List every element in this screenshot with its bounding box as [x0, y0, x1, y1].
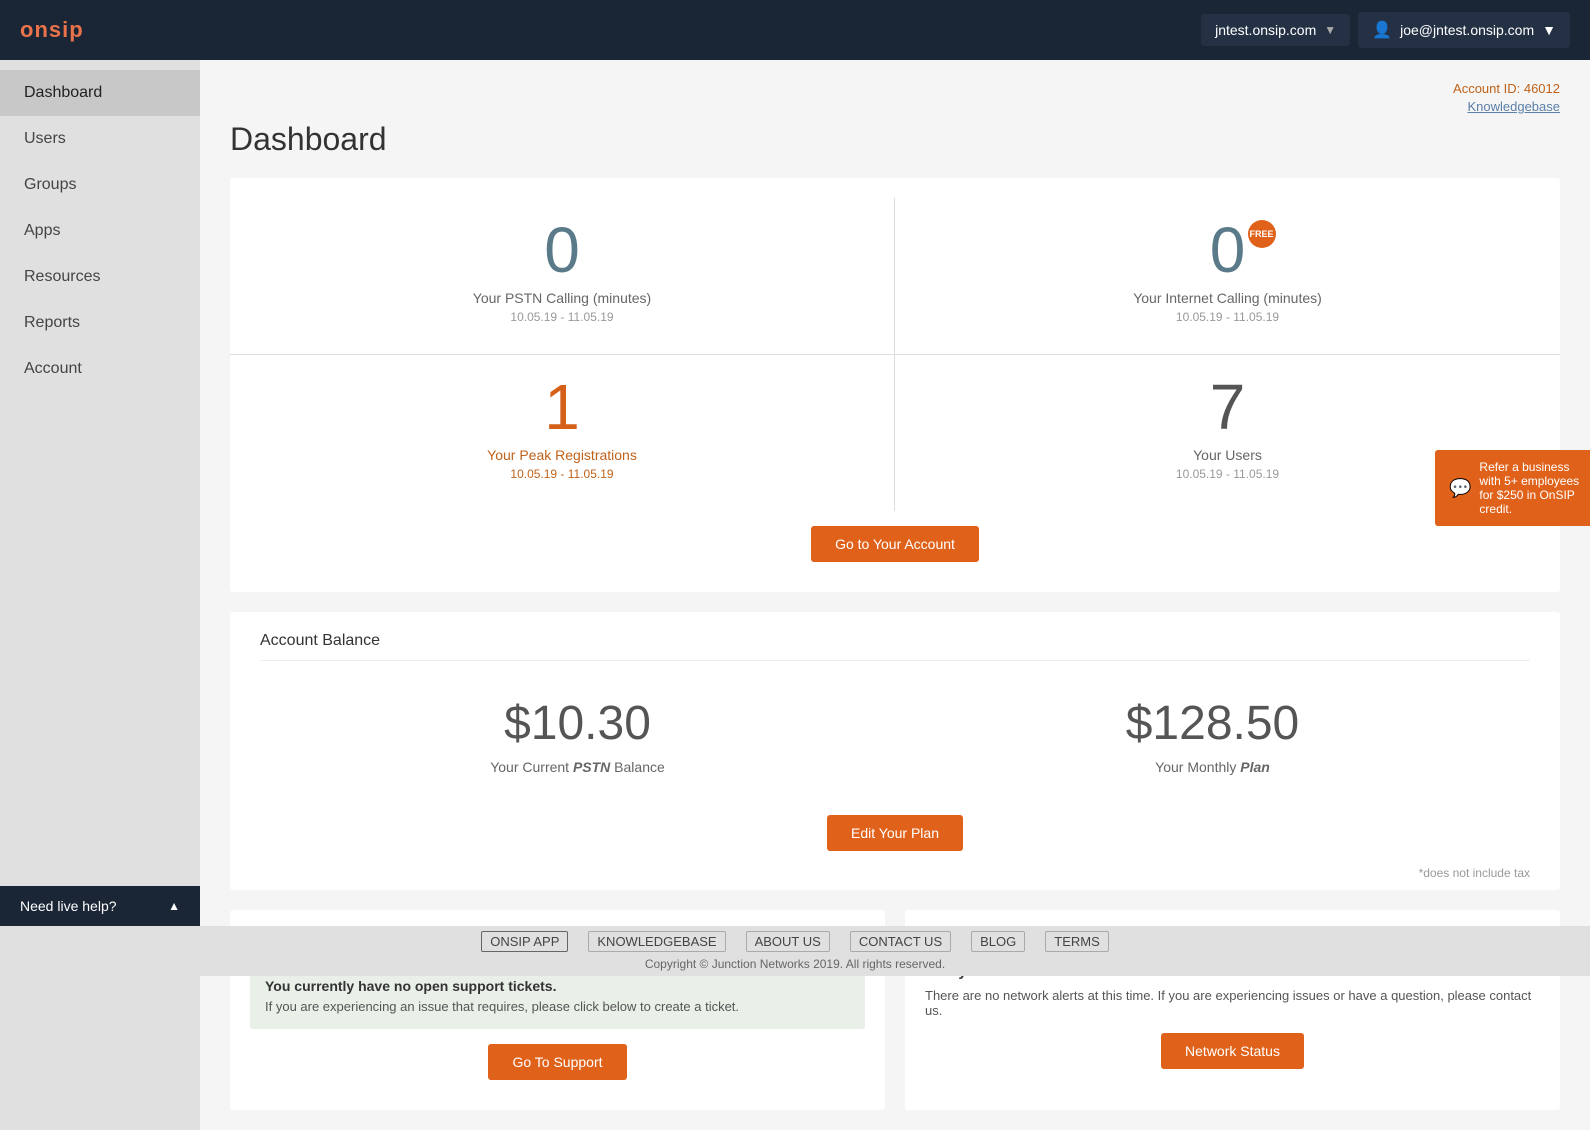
account-balance-card: Account Balance $10.30 Your Current PSTN… [230, 612, 1560, 890]
network-status-button[interactable]: Network Status [1161, 1033, 1304, 1069]
plan-bold: Plan [1240, 759, 1270, 775]
tax-note: *does not include tax [260, 866, 1530, 880]
header-controls: jntest.onsip.com ▼ 👤 joe@jntest.onsip.co… [1201, 12, 1570, 48]
monthly-prefix: Your Monthly [1155, 759, 1240, 775]
free-badge: FREE [1248, 220, 1276, 248]
pstn-balance-prefix: Your Current [490, 759, 573, 775]
monthly-plan-label: Your Monthly Plan [915, 759, 1510, 775]
edit-plan-button[interactable]: Edit Your Plan [827, 815, 963, 851]
ticket-notice-desc: If you are experiencing an issue that re… [265, 999, 850, 1014]
network-status-desc: There are no network alerts at this time… [925, 988, 1540, 1018]
page-title: Dashboard [230, 121, 1560, 158]
pstn-balance-amount: $10.30 [280, 696, 875, 751]
internet-calling-cell: 0 FREE Your Internet Calling (minutes) 1… [895, 198, 1560, 355]
sidebar-item-account[interactable]: Account [0, 346, 200, 392]
stats-grid: 0 Your PSTN Calling (minutes) 10.05.19 -… [230, 198, 1560, 511]
footer-link-terms[interactable]: TERMS [1045, 931, 1109, 952]
footer-link-about-us[interactable]: ABOUT US [746, 931, 830, 952]
live-help-chevron: ▲ [168, 899, 180, 913]
monthly-plan-amount: $128.50 [915, 696, 1510, 751]
account-selector-label: jntest.onsip.com [1215, 22, 1316, 38]
knowledgebase-link[interactable]: Knowledgebase [1467, 99, 1560, 114]
sidebar-item-groups[interactable]: Groups [0, 162, 200, 208]
footer-link-onsip-app[interactable]: ONSIP APP [481, 931, 568, 952]
internet-calling-value: 0 [915, 218, 1540, 282]
live-help-label: Need live help? [20, 898, 117, 914]
footer-copyright: Copyright © Junction Networks 2019. All … [645, 957, 945, 971]
peak-reg-cell: 1 Your Peak Registrations 10.05.19 - 11.… [230, 355, 895, 511]
referral-icon: 💬 [1449, 478, 1471, 499]
peak-reg-value: 1 [250, 375, 874, 439]
account-balance-title: Account Balance [260, 632, 1530, 661]
logo-text: onsip [20, 17, 84, 42]
live-help-bar[interactable]: Need live help? ▲ [0, 886, 200, 926]
account-id: Account ID: 46012 [1453, 81, 1560, 96]
referral-banner[interactable]: 💬 Refer a business with 5+ employees for… [1435, 450, 1590, 526]
pstn-calling-date: 10.05.19 - 11.05.19 [250, 310, 874, 324]
sidebar-item-reports[interactable]: Reports [0, 300, 200, 346]
account-selector-dropdown[interactable]: jntest.onsip.com ▼ [1201, 14, 1350, 46]
user-menu-dropdown[interactable]: 👤 joe@jntest.onsip.com ▼ [1358, 12, 1570, 48]
sidebar-item-apps[interactable]: Apps [0, 208, 200, 254]
monthly-plan-cell: $128.50 Your Monthly Plan [895, 676, 1530, 795]
user-email-label: joe@jntest.onsip.com [1400, 22, 1534, 38]
footer-link-blog[interactable]: BLOG [971, 931, 1025, 952]
balance-grid: $10.30 Your Current PSTN Balance $128.50… [260, 676, 1530, 795]
pstn-suffix: Balance [610, 759, 664, 775]
header: onsip jntest.onsip.com ▼ 👤 joe@jntest.on… [0, 0, 1590, 60]
account-selector-chevron: ▼ [1324, 23, 1336, 37]
stats-card: 0 Your PSTN Calling (minutes) 10.05.19 -… [230, 178, 1560, 592]
pstn-calling-cell: 0 Your PSTN Calling (minutes) 10.05.19 -… [230, 198, 895, 355]
footer: ONSIP APP KNOWLEDGEBASE ABOUT US CONTACT… [0, 926, 1590, 976]
user-menu-chevron: ▼ [1542, 22, 1556, 38]
sidebar-item-users[interactable]: Users [0, 116, 200, 162]
logo: onsip [20, 17, 84, 43]
goto-account-button[interactable]: Go to Your Account [811, 526, 979, 562]
go-support-button[interactable]: Go To Support [488, 1044, 626, 1080]
pstn-calling-label: Your PSTN Calling (minutes) [250, 290, 874, 306]
pstn-balance-label: Your Current PSTN Balance [280, 759, 875, 775]
pstn-balance-cell: $10.30 Your Current PSTN Balance [260, 676, 895, 795]
sidebar-item-dashboard[interactable]: Dashboard [0, 70, 200, 116]
peak-reg-label: Your Peak Registrations [250, 447, 874, 463]
pstn-calling-value: 0 [250, 218, 874, 282]
internet-calling-date: 10.05.19 - 11.05.19 [915, 310, 1540, 324]
sidebar-item-resources[interactable]: Resources [0, 254, 200, 300]
footer-link-contact-us[interactable]: CONTACT US [850, 931, 951, 952]
footer-link-knowledgebase[interactable]: KNOWLEDGEBASE [588, 931, 725, 952]
ticket-notice-title: You currently have no open support ticke… [265, 978, 850, 994]
internet-calling-label: Your Internet Calling (minutes) [915, 290, 1540, 306]
user-icon: 👤 [1372, 20, 1392, 40]
users-value: 7 [915, 375, 1540, 439]
footer-links: ONSIP APP KNOWLEDGEBASE ABOUT US CONTACT… [481, 931, 1109, 952]
peak-reg-date: 10.05.19 - 11.05.19 [250, 467, 874, 481]
referral-text: Refer a business with 5+ employees for $… [1479, 460, 1581, 516]
pstn-bold: PSTN [573, 759, 610, 775]
account-info-bar: Account ID: 46012 Knowledgebase [230, 80, 1560, 116]
